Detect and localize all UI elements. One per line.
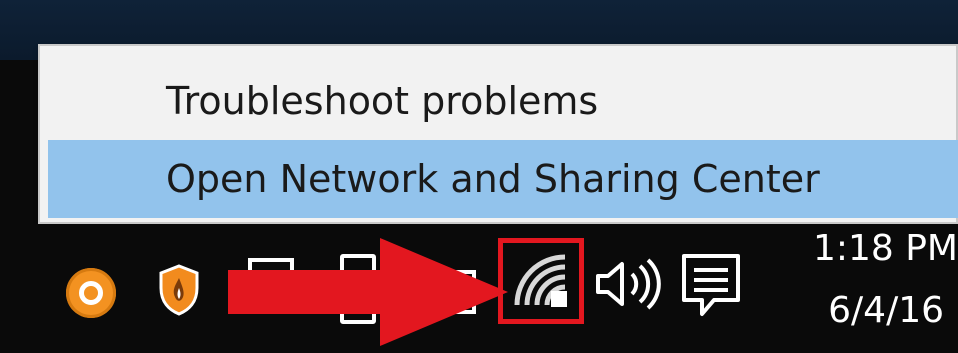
menu-item-troubleshoot-problems[interactable]: Troubleshoot problems [48, 62, 958, 140]
clock-date: 6/4/16 [828, 290, 944, 331]
red-arrow-annotation [228, 238, 508, 346]
wifi-icon[interactable] [503, 243, 579, 319]
clock-time: 1:18 PM [812, 228, 958, 269]
taskbar: 1:18 PM 6/4/16 [0, 224, 958, 353]
speaker-icon[interactable] [592, 254, 662, 314]
wifi-icon-highlight[interactable] [498, 238, 584, 324]
orange-ring-icon[interactable] [66, 268, 116, 318]
shield-icon[interactable] [158, 264, 200, 316]
notification-icon[interactable] [680, 252, 742, 318]
network-context-menu: Troubleshoot problems Open Network and S… [38, 44, 958, 224]
menu-item-open-network-sharing-center[interactable]: Open Network and Sharing Center [48, 140, 958, 218]
